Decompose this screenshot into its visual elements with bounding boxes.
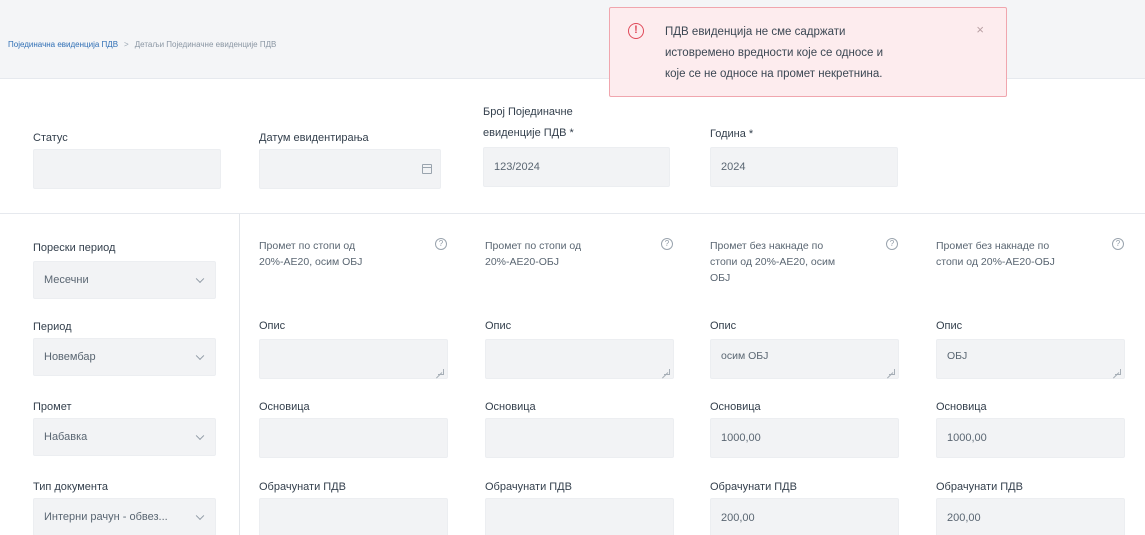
broj-label-line1: Број Појединачне	[483, 106, 573, 118]
opis-textarea[interactable]	[259, 339, 448, 379]
promet-label: Промет	[33, 401, 72, 413]
pdv-label: Обрачунати ПДВ	[259, 481, 346, 493]
osnovica-field[interactable]	[485, 418, 674, 458]
calendar-icon[interactable]	[422, 164, 432, 174]
osnovica-label: Основица	[710, 401, 761, 413]
broj-label-line2: евиденције ПДВ *	[483, 127, 574, 139]
pdv-label: Обрачунати ПДВ	[710, 481, 797, 493]
opis-textarea[interactable]: ОБЈ	[936, 339, 1125, 379]
tip-dokumenta-select[interactable]: Интерни рачун - обвез...	[33, 498, 216, 535]
osnovica-field[interactable]	[259, 418, 448, 458]
breadcrumb-link-evidence[interactable]: Појединачна евиденција ПДВ	[8, 40, 118, 49]
pdv-field[interactable]: 200,00	[936, 498, 1125, 535]
help-icon[interactable]: ?	[435, 238, 447, 250]
pdv-label: Обрачунати ПДВ	[485, 481, 572, 493]
panel-divider	[239, 214, 240, 535]
opis-textarea[interactable]: осим ОБЈ	[710, 339, 899, 379]
osnovica-field[interactable]: 1000,00	[936, 418, 1125, 458]
resize-handle-icon[interactable]	[664, 369, 670, 375]
opis-label: Опис	[485, 320, 512, 332]
column-title: Промет по стопи од 20%-АЕ20-ОБЈ	[485, 240, 582, 268]
help-icon[interactable]: ?	[1112, 238, 1124, 250]
chevron-down-icon	[195, 351, 205, 361]
pdv-field[interactable]: 200,00	[710, 498, 899, 535]
close-icon[interactable]: ×	[976, 22, 984, 37]
resize-handle-icon[interactable]	[438, 369, 444, 375]
godina-label: Година *	[710, 128, 754, 140]
breadcrumb-separator: >	[124, 40, 129, 49]
resize-handle-icon[interactable]	[889, 369, 895, 375]
osnovica-label: Основица	[936, 401, 987, 413]
status-label: Статус	[33, 132, 68, 144]
error-message: ПДВ евиденција не сме садржати истовреме…	[665, 26, 884, 80]
osnovica-label: Основица	[485, 401, 536, 413]
pdv-field[interactable]	[259, 498, 448, 535]
column-title: Промет по стопи од 20%-АЕ20, осим ОБЈ	[259, 240, 363, 268]
help-icon[interactable]: ?	[886, 238, 898, 250]
period-label: Период	[33, 321, 72, 333]
osnovica-field[interactable]: 1000,00	[710, 418, 899, 458]
chevron-down-icon	[195, 431, 205, 441]
error-icon: !	[628, 23, 644, 39]
datum-label: Датум евидентирања	[259, 132, 369, 144]
breadcrumb-current: Детаљи Појединачне евиденције ПДВ	[134, 40, 277, 49]
column-title: Промет без накнаде по стопи од 20%-АЕ20,…	[710, 240, 836, 284]
breadcrumb: Појединачна евиденција ПДВ > Детаљи Поје…	[8, 40, 276, 49]
pdv-label: Обрачунати ПДВ	[936, 481, 1023, 493]
godina-field[interactable]: 2024	[710, 147, 898, 187]
tip-dokumenta-label: Тип документа	[33, 481, 109, 493]
column-title: Промет без накнаде по стопи од 20%-АЕ20-…	[936, 240, 1055, 268]
header-fields-card	[0, 78, 1145, 214]
opis-label: Опис	[259, 320, 286, 332]
chevron-down-icon	[195, 274, 205, 284]
period-select[interactable]: Новембар	[33, 338, 216, 376]
resize-handle-icon[interactable]	[1115, 369, 1121, 375]
broj-field[interactable]: 123/2024	[483, 147, 670, 187]
promet-select[interactable]: Набавка	[33, 418, 216, 456]
osnovica-label: Основица	[259, 401, 310, 413]
opis-label: Опис	[936, 320, 963, 332]
opis-textarea[interactable]	[485, 339, 674, 379]
error-toast: ! ПДВ евиденција не сме садржати истовре…	[609, 7, 1007, 97]
status-field[interactable]	[33, 149, 221, 189]
pdv-field[interactable]	[485, 498, 674, 535]
chevron-down-icon	[195, 511, 205, 521]
poreski-period-label: Порески период	[33, 242, 116, 254]
opis-label: Опис	[710, 320, 737, 332]
poreski-period-select[interactable]: Месечни	[33, 261, 216, 299]
datum-field[interactable]	[259, 149, 441, 189]
help-icon[interactable]: ?	[661, 238, 673, 250]
